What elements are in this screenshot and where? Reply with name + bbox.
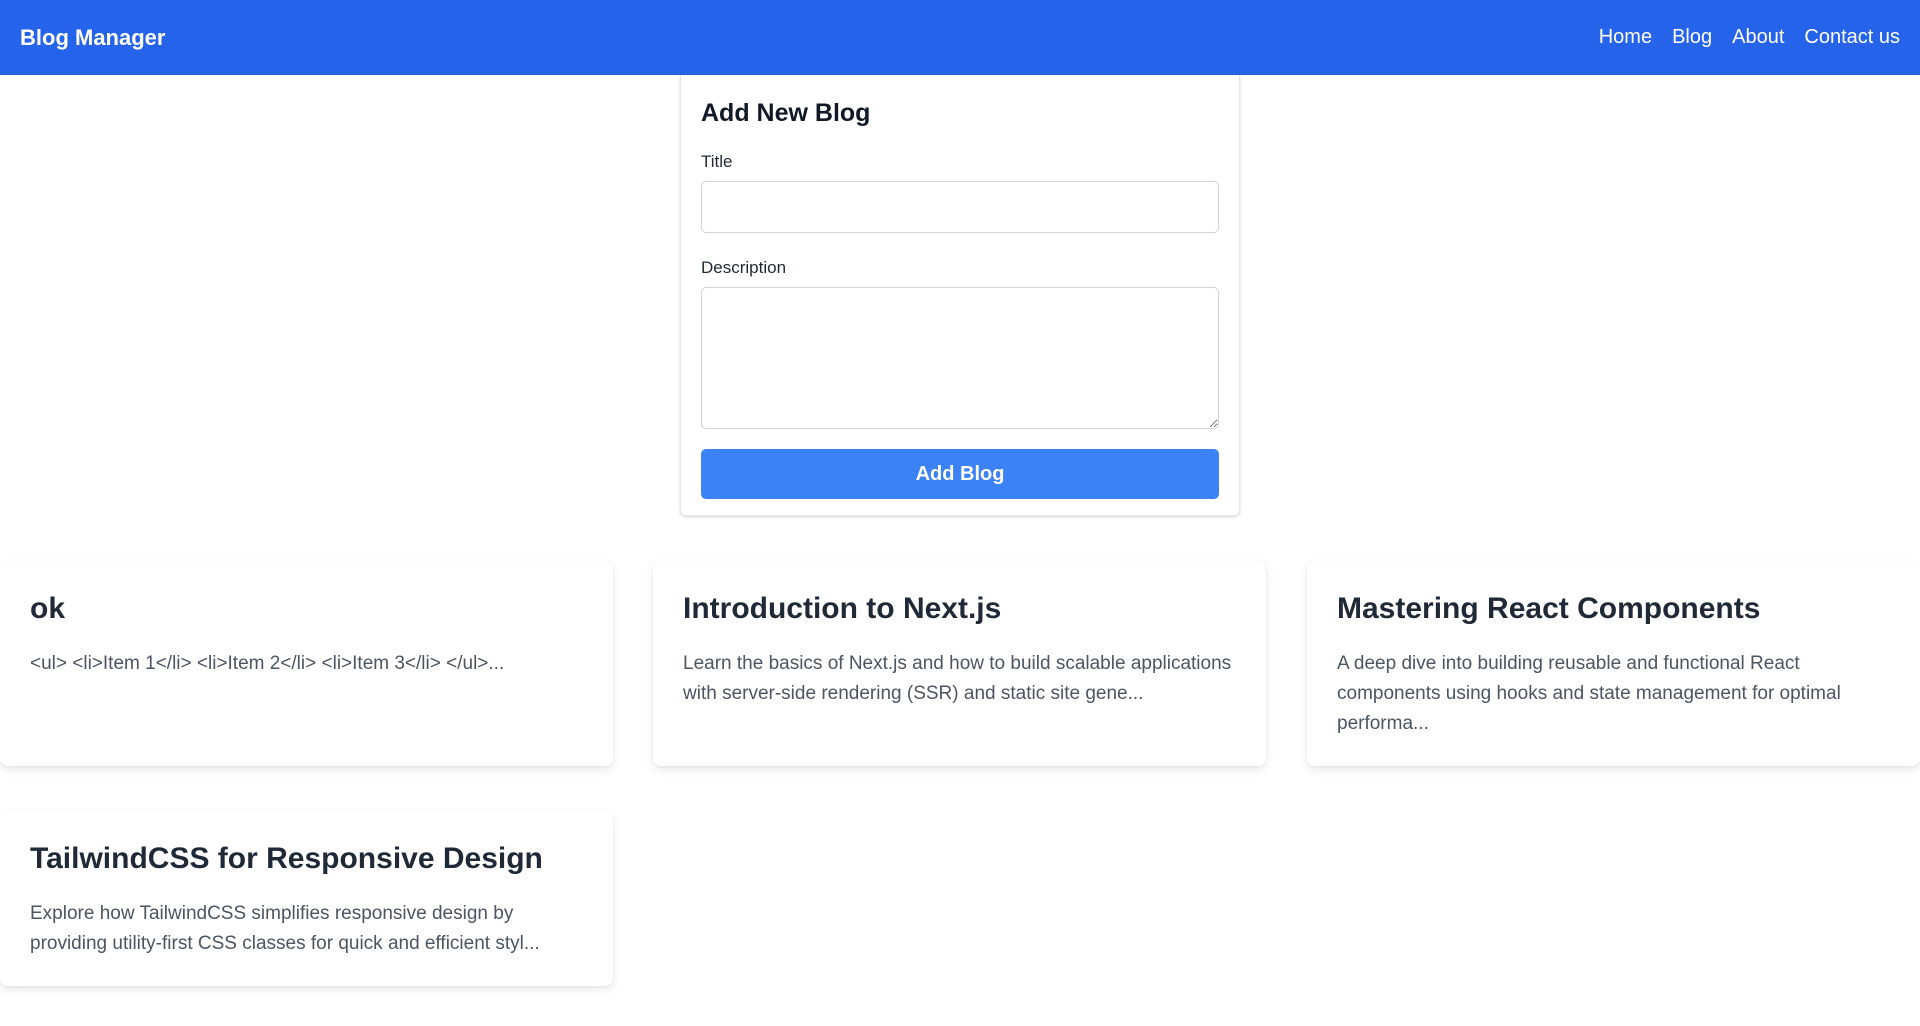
title-label: Title — [701, 152, 733, 171]
blog-title: ok — [30, 592, 66, 625]
navbar: Blog Manager Home Blog About Contact us — [0, 0, 1920, 75]
nav-links: Home Blog About Contact us — [1599, 26, 1900, 49]
blog-card[interactable]: TailwindCSS for Responsive Design Explor… — [0, 811, 613, 986]
title-input[interactable] — [701, 181, 1219, 233]
nav-link-about[interactable]: About — [1732, 26, 1784, 49]
nav-link-contact[interactable]: Contact us — [1804, 26, 1900, 49]
blog-card[interactable]: ok <ul> <li>Item 1</li> <li>Item 2</li> … — [0, 561, 613, 766]
blog-description: A deep dive into building reusable and f… — [1337, 653, 1841, 734]
description-label: Description — [701, 258, 787, 277]
description-textarea[interactable] — [701, 287, 1219, 429]
blog-title: TailwindCSS for Responsive Design — [30, 842, 543, 875]
blog-description: Explore how TailwindCSS simplifies respo… — [30, 903, 540, 954]
blog-title: Introduction to Next.js — [683, 592, 1002, 625]
nav-link-blog[interactable]: Blog — [1672, 26, 1712, 49]
blog-card[interactable]: Mastering React Components A deep dive i… — [1307, 561, 1920, 766]
blog-card[interactable]: Introduction to Next.js Learn the basics… — [653, 561, 1266, 766]
form-heading: Add New Blog — [701, 99, 871, 127]
blog-description: Learn the basics of Next.js and how to b… — [683, 653, 1232, 704]
brand-title[interactable]: Blog Manager — [20, 25, 165, 51]
nav-link-home[interactable]: Home — [1599, 26, 1652, 49]
blog-title: Mastering React Components — [1337, 592, 1761, 625]
blog-description: <ul> <li>Item 1</li> <li>Item 2</li> <li… — [30, 653, 505, 674]
add-blog-button[interactable]: Add Blog — [701, 449, 1219, 499]
add-blog-form: Add New Blog Title Description Add Blog — [680, 75, 1240, 516]
